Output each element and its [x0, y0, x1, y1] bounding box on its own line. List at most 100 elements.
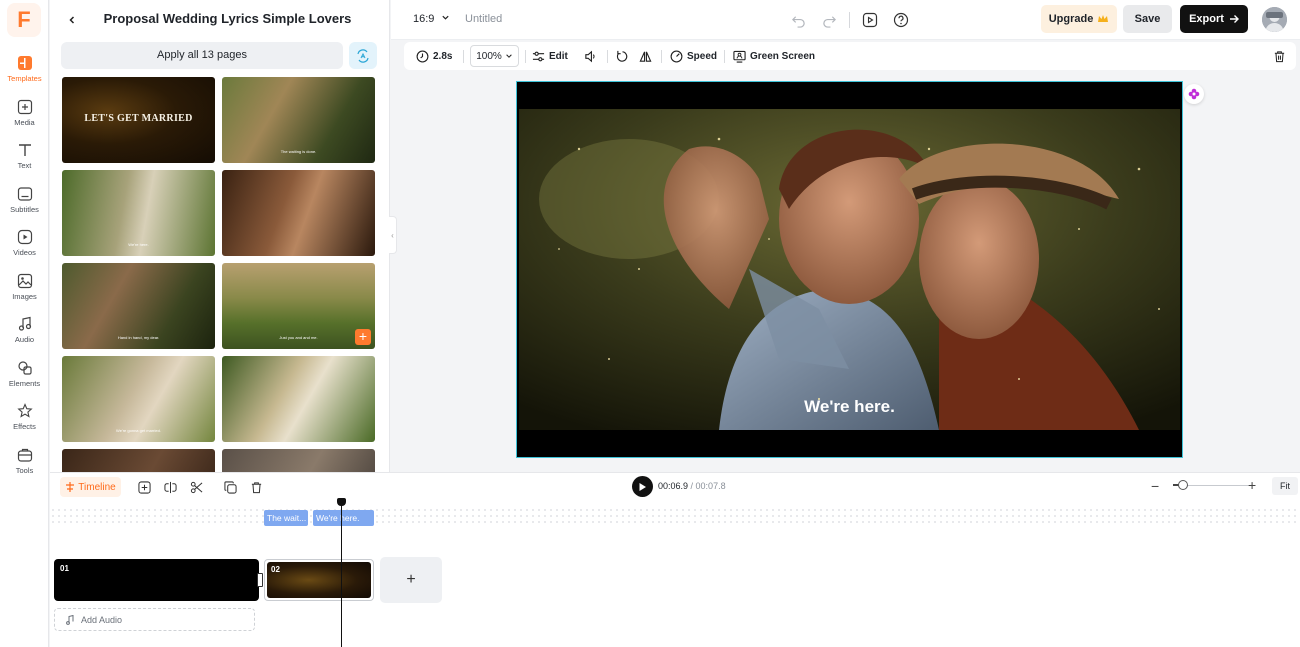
add-clip-button[interactable]: + — [380, 557, 442, 603]
user-avatar[interactable] — [1262, 7, 1287, 32]
redo-button[interactable] — [820, 11, 838, 29]
rail-label-templates: Templates — [7, 74, 42, 83]
fit-button[interactable]: Fit — [1272, 477, 1298, 495]
edit-label: Edit — [549, 50, 568, 62]
clip-toolbar: 2.8s 100% Edit Speed Green Screen — [404, 42, 1296, 70]
timeline-icon — [66, 482, 75, 492]
collapse-panel-button[interactable]: ‹ — [389, 216, 397, 254]
volume-button[interactable] — [584, 48, 597, 64]
duration-value: 2.8s — [433, 50, 453, 62]
thumbnail-caption: We're here. — [128, 242, 149, 247]
rail-item-videos[interactable]: Videos — [0, 229, 49, 269]
duration-control[interactable]: 2.8s — [416, 48, 452, 64]
zoom-out-button[interactable]: − — [1151, 478, 1159, 494]
app-logo[interactable]: F — [7, 3, 41, 37]
playback-time: 00:06.9 / 00:07.8 — [658, 481, 726, 491]
thumbnail-title: LET'S GET MARRIED — [84, 113, 193, 124]
clip-thumbnail — [267, 562, 371, 598]
edit-button[interactable]: Edit — [532, 48, 568, 64]
toolbar-divider — [849, 12, 850, 28]
rail-item-elements[interactable]: Elements — [0, 360, 49, 400]
back-button[interactable] — [62, 10, 82, 30]
video-frame[interactable]: We're here. — [519, 109, 1180, 430]
avatar-icon — [1262, 7, 1287, 32]
rail-label-text: Text — [17, 161, 32, 170]
rail-item-audio[interactable]: Audio — [0, 316, 49, 356]
rail-item-templates[interactable]: Templates — [0, 55, 49, 95]
add-template-button[interactable]: + — [355, 329, 371, 345]
split-icon — [163, 481, 177, 493]
clip-trim-handle[interactable] — [257, 573, 263, 587]
split-button[interactable] — [162, 479, 178, 495]
play-button[interactable] — [632, 476, 653, 497]
video-canvas[interactable]: We're here. — [516, 81, 1183, 458]
rail-label-effects: Effects — [13, 422, 36, 431]
aspect-ratio-dropdown[interactable]: 16:9 — [413, 13, 450, 25]
delete-clip-button[interactable] — [1273, 48, 1286, 64]
rail-item-subtitles[interactable]: Subtitles — [0, 186, 49, 226]
left-rail: F Templates Media Text Subtitles Videos … — [0, 0, 49, 647]
element-badge[interactable] — [1184, 84, 1204, 104]
template-thumbnail-4[interactable] — [222, 170, 375, 256]
subtitle-chip[interactable]: We're here. — [313, 510, 374, 526]
playhead[interactable] — [341, 500, 342, 647]
preview-play-icon — [862, 12, 878, 28]
preview-button[interactable] — [861, 11, 879, 29]
rail-item-text[interactable]: Text — [0, 142, 49, 182]
rail-item-images[interactable]: Images — [0, 273, 49, 313]
sliders-icon — [532, 51, 545, 61]
rail-item-media[interactable]: Media — [0, 99, 49, 139]
apply-all-pages-button[interactable]: Apply all 13 pages — [61, 42, 343, 69]
rail-label-videos: Videos — [13, 248, 36, 257]
cut-button[interactable] — [188, 479, 204, 495]
couple-scene-image — [519, 109, 1180, 430]
template-thumbnail-6[interactable]: Just you and and me. + — [222, 263, 375, 349]
export-button[interactable]: Export — [1180, 5, 1248, 33]
green-screen-button[interactable]: Green Screen — [733, 48, 815, 64]
save-button[interactable]: Save — [1123, 5, 1172, 33]
toolbar-divider — [525, 50, 526, 63]
rail-item-tools[interactable]: Tools — [0, 447, 49, 487]
flower-icon — [1188, 88, 1200, 100]
tab-timeline[interactable]: Timeline — [60, 477, 121, 497]
rail-item-effects[interactable]: Effects — [0, 403, 49, 443]
clip-02[interactable]: 02 — [264, 559, 374, 601]
upgrade-label: Upgrade — [1048, 13, 1094, 25]
zoom-in-button[interactable]: + — [1248, 477, 1256, 493]
time-separator: / — [688, 481, 696, 491]
project-name[interactable]: Untitled — [465, 13, 502, 25]
flip-button[interactable] — [639, 48, 652, 64]
clip-01[interactable]: 01 — [54, 559, 259, 601]
add-track-button[interactable] — [136, 479, 152, 495]
zoom-slider-handle[interactable] — [1178, 480, 1188, 490]
template-thumbnail-10[interactable] — [222, 449, 375, 472]
playhead-handle[interactable] — [337, 498, 346, 506]
subtitle-chip[interactable]: The wait... — [264, 510, 308, 526]
template-thumbnail-9[interactable] — [62, 449, 215, 472]
zoom-dropdown[interactable]: 100% — [470, 45, 519, 67]
delete-button[interactable] — [248, 479, 264, 495]
template-thumbnail-2[interactable]: The waiting is done. — [222, 77, 375, 163]
crown-icon — [1098, 15, 1109, 22]
template-thumbnail-5[interactable]: Hand in hand, my dear. — [62, 263, 215, 349]
video-caption[interactable]: We're here. — [519, 397, 1180, 417]
duplicate-button[interactable] — [222, 479, 238, 495]
rotate-button[interactable] — [616, 48, 629, 64]
template-thumbnail-7[interactable]: We're gonna get married. — [62, 356, 215, 442]
speed-button[interactable]: Speed — [670, 48, 717, 64]
chevron-down-icon — [442, 15, 450, 20]
upgrade-button[interactable]: Upgrade — [1041, 5, 1117, 33]
template-thumbnail-3[interactable]: We're here. — [62, 170, 215, 256]
template-thumbnail-8[interactable] — [222, 356, 375, 442]
template-thumbnail-1[interactable]: LET'S GET MARRIED — [62, 77, 215, 163]
ai-swap-icon — [357, 48, 369, 63]
speed-icon — [670, 50, 683, 62]
ai-replace-button[interactable] — [349, 42, 377, 69]
green-screen-label: Green Screen — [750, 50, 816, 62]
thumbnail-caption: The waiting is done. — [280, 149, 317, 154]
template-title: Proposal Wedding Lyrics Simple Lovers — [103, 11, 352, 26]
add-audio-button[interactable]: Add Audio — [54, 608, 255, 631]
chevron-left-icon: ‹ — [391, 230, 394, 240]
undo-button[interactable] — [789, 11, 807, 29]
help-button[interactable] — [892, 11, 910, 29]
